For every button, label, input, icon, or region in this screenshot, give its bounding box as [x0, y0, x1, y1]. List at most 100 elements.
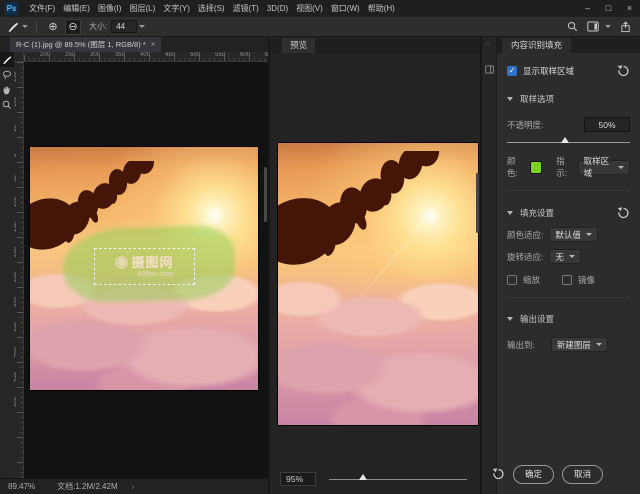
tab-preview[interactable]: 预览 — [282, 38, 315, 53]
rotation-adaptation-label: 旋转适应: — [507, 251, 543, 263]
add-to-sampling-button[interactable]: ⊕ — [45, 19, 61, 35]
panel-edge-strip: ∷ — [482, 37, 497, 494]
menu-help[interactable]: 帮助(H) — [364, 0, 399, 17]
section-sampling-options[interactable]: 取样选项 — [507, 93, 630, 105]
canvas-scrollbar[interactable] — [264, 167, 267, 222]
sampling-options-label: 取样选项 — [520, 93, 554, 105]
ruler-label: 600 — [240, 52, 250, 58]
menu-select[interactable]: 选择(S) — [194, 0, 229, 17]
document-image[interactable]: 摄图网 699pic.com — [30, 147, 258, 390]
tool-zoom[interactable] — [0, 97, 14, 112]
scale-option[interactable]: 缩放 — [507, 274, 540, 286]
menu-3d[interactable]: 3D(D) — [263, 0, 292, 17]
preview-body[interactable] — [270, 53, 480, 464]
ruler-label: 250 — [65, 52, 75, 58]
ruler-label: 250 — [14, 272, 18, 282]
menu-layer[interactable]: 图层(L) — [125, 0, 159, 17]
menu-filter[interactable]: 滤镜(T) — [229, 0, 263, 17]
chevron-down-icon — [507, 317, 513, 321]
ruler-origin[interactable] — [14, 52, 24, 62]
scale-label: 缩放 — [523, 274, 540, 286]
opacity-slider[interactable] — [507, 136, 630, 148]
workspace-switcher[interactable] — [587, 21, 611, 32]
ruler-label: 300 — [90, 52, 100, 58]
ruler-label: 200 — [14, 247, 18, 257]
climbers-silhouette — [278, 151, 473, 291]
cancel-button[interactable]: 取消 — [562, 465, 603, 484]
ok-button[interactable]: 确定 — [513, 465, 554, 484]
caf-footer: 确定 取消 — [482, 454, 640, 494]
status-options-chevron[interactable]: › — [132, 482, 135, 491]
menu-view[interactable]: 视图(V) — [292, 0, 327, 17]
tool-sampling-brush[interactable] — [0, 52, 14, 67]
search-icon[interactable] — [567, 21, 578, 32]
output-to-value: 新建图层 — [557, 339, 591, 351]
ruler-label: 650 — [265, 52, 268, 58]
title-bar: Ps 文件(F) 编辑(E) 图像(I) 图层(L) 文字(Y) 选择(S) 滤… — [0, 0, 640, 17]
preview-panel: 预览 95% — [268, 37, 482, 494]
menu-image[interactable]: 图像(I) — [94, 0, 126, 17]
preview-zoom-slider[interactable] — [329, 472, 467, 486]
mirror-label: 镜像 — [578, 274, 595, 286]
document-size-info: 文档:1.2M/2.42M — [57, 481, 117, 492]
minimize-button[interactable]: – — [577, 0, 598, 17]
brush-size-value[interactable]: 44 — [111, 20, 137, 33]
tab-content-aware-fill[interactable]: 内容识别填充 — [502, 38, 571, 53]
zoom-level-field[interactable]: 89.47% — [8, 482, 35, 491]
lasso-icon — [2, 70, 12, 80]
watermark-site: 699pic.com — [138, 271, 174, 278]
output-to-dropdown[interactable]: 新建图层 — [551, 337, 608, 352]
ruler-label: 50 — [14, 125, 18, 132]
ruler-label: 100 — [14, 97, 18, 107]
fill-settings-label: 填充设置 — [520, 207, 554, 219]
brush-size-chevron-icon[interactable] — [139, 25, 145, 28]
slider-thumb[interactable] — [561, 137, 569, 143]
close-button[interactable]: × — [619, 0, 640, 17]
mirror-option[interactable]: 镜像 — [562, 274, 595, 286]
tool-hand[interactable] — [0, 82, 14, 97]
document-tab[interactable]: R-C (1).jpg @ 89.5% (图层 1, RGB/8) * × — [10, 37, 161, 52]
chevron-down-icon — [569, 255, 575, 258]
maximize-button[interactable]: □ — [598, 0, 619, 17]
ruler-label: 500 — [190, 52, 200, 58]
sampling-color-swatch[interactable] — [530, 161, 542, 174]
tool-lasso[interactable] — [0, 67, 14, 82]
indicates-dropdown[interactable]: 取样区域 — [578, 160, 630, 175]
slider-track — [329, 479, 467, 480]
chevron-down-icon — [618, 166, 624, 169]
show-sampling-area-checkbox[interactable]: ✓ — [507, 66, 517, 76]
canvas-area[interactable]: 200 250 300 350 400 450 500 550 600 650 … — [14, 52, 268, 478]
indicates-value: 取样区域 — [584, 155, 613, 179]
section-fill-settings[interactable]: 填充设置 — [507, 206, 630, 220]
drag-grip-icon[interactable]: ∷ — [486, 40, 491, 47]
scale-checkbox[interactable] — [507, 275, 517, 285]
close-document-icon[interactable]: × — [151, 40, 156, 49]
rotation-adaptation-dropdown[interactable]: 无 — [549, 249, 581, 264]
menu-window[interactable]: 窗口(W) — [327, 0, 364, 17]
preview-scrollbar[interactable] — [476, 173, 479, 233]
subtract-from-sampling-button[interactable]: ⊖ — [65, 19, 81, 35]
section-output-settings[interactable]: 输出设置 — [507, 313, 630, 325]
chevron-down-icon — [22, 25, 28, 28]
mirror-checkbox[interactable] — [562, 275, 572, 285]
rotation-adaptation-value: 无 — [555, 251, 564, 263]
preview-zoom-field[interactable]: 95% — [280, 472, 316, 486]
menu-type[interactable]: 文字(Y) — [159, 0, 194, 17]
show-sampling-area-label: 显示取样区域 — [523, 65, 574, 77]
document-tab-bar: R-C (1).jpg @ 89.5% (图层 1, RGB/8) * × — [0, 37, 268, 52]
reset-all-icon[interactable] — [491, 467, 505, 481]
vertical-ruler: 150 100 50 0 50 100 150 200 250 300 350 … — [14, 62, 24, 478]
divider — [507, 190, 630, 191]
selection-marquee[interactable]: 摄图网 699pic.com — [94, 248, 195, 285]
collapse-panel-icon[interactable] — [485, 65, 494, 74]
menu-edit[interactable]: 编辑(E) — [59, 0, 94, 17]
color-adaptation-dropdown[interactable]: 默认值 — [549, 227, 598, 242]
opacity-value-field[interactable]: 50% — [584, 117, 630, 132]
slider-thumb[interactable] — [359, 474, 367, 480]
share-icon[interactable] — [620, 21, 631, 33]
reset-fill-settings-icon[interactable] — [616, 206, 630, 220]
menu-file[interactable]: 文件(F) — [25, 0, 59, 17]
sampling-brush-tool-preset[interactable] — [7, 21, 28, 33]
ruler-label: 150 — [14, 222, 18, 232]
reset-sampling-icon[interactable] — [616, 64, 630, 78]
